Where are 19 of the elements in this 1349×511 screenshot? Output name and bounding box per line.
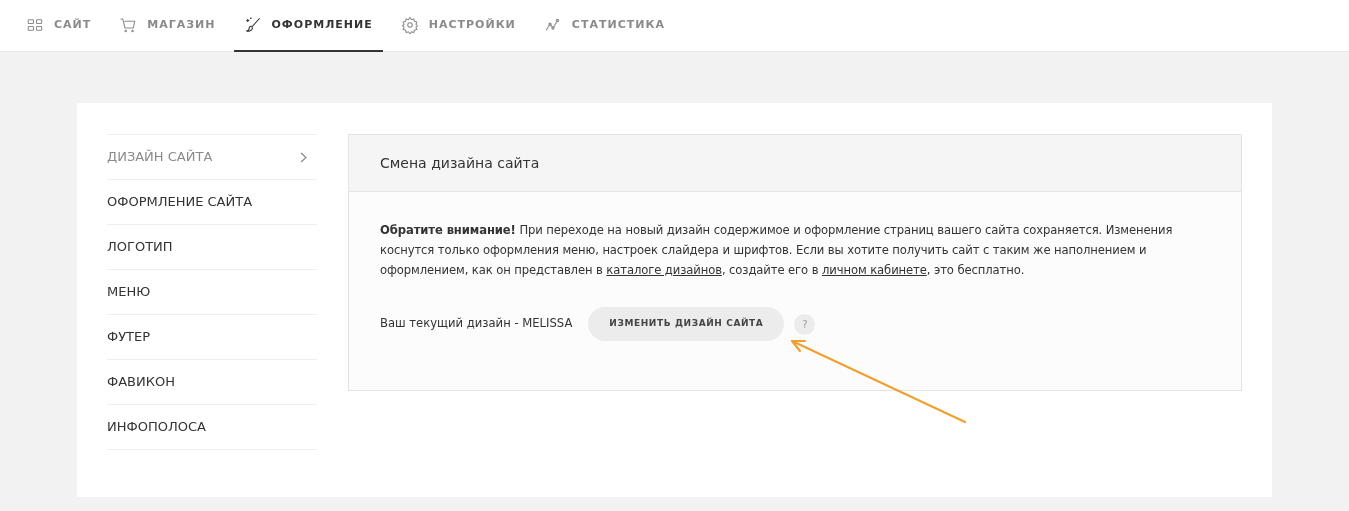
cart-icon xyxy=(119,16,138,34)
grid-icon xyxy=(26,16,44,34)
brush-icon xyxy=(243,16,262,34)
sidebar-item[interactable]: ФАВИКОН xyxy=(107,360,317,405)
catalog-link[interactable]: личном кабинете xyxy=(821,263,927,277)
notice-text: Обратите внимание! При переходе на новый дизайн содержимое и оформление страниц вашего сайта сохраняется. Изменения коснутся только оформления меню, настроек слайдера и шрифтов. Если вы хотите получить сайт с таким же наполнением и оформлением, как он представлен в каталоге дизайнов, создайте его в личном кабинете, это бесплатно. xyxy=(380,222,1174,279)
sidebar-item[interactable]: ДИЗАЙН САЙТА xyxy=(107,135,317,180)
sidebar-item[interactable]: ФУТЕР xyxy=(107,315,317,360)
catalog-link[interactable]: каталоге дизайнов xyxy=(606,263,722,277)
sidebar-item[interactable]: МЕНЮ xyxy=(107,270,317,315)
current-design-text: Ваш текущий дизайн - MELISSA xyxy=(380,315,573,333)
chevron-right-icon xyxy=(300,151,307,163)
settings-icon xyxy=(400,16,419,34)
change-design-button[interactable]: ИЗМЕНИТЬ ДИЗАЙН САЙТА xyxy=(588,307,785,341)
nav-tab[interactable]: ОФОРМЛЕНИЕ xyxy=(233,0,383,52)
panel-title: Смена дизайна сайта xyxy=(380,153,540,173)
sidebar-item[interactable]: ЛОГОТИП xyxy=(107,225,317,270)
sidebar-item[interactable]: ОФОРМЛЕНИЕ САЙТА xyxy=(107,180,317,225)
sidebar-item[interactable]: ИНФОПОЛОСА xyxy=(107,405,317,450)
